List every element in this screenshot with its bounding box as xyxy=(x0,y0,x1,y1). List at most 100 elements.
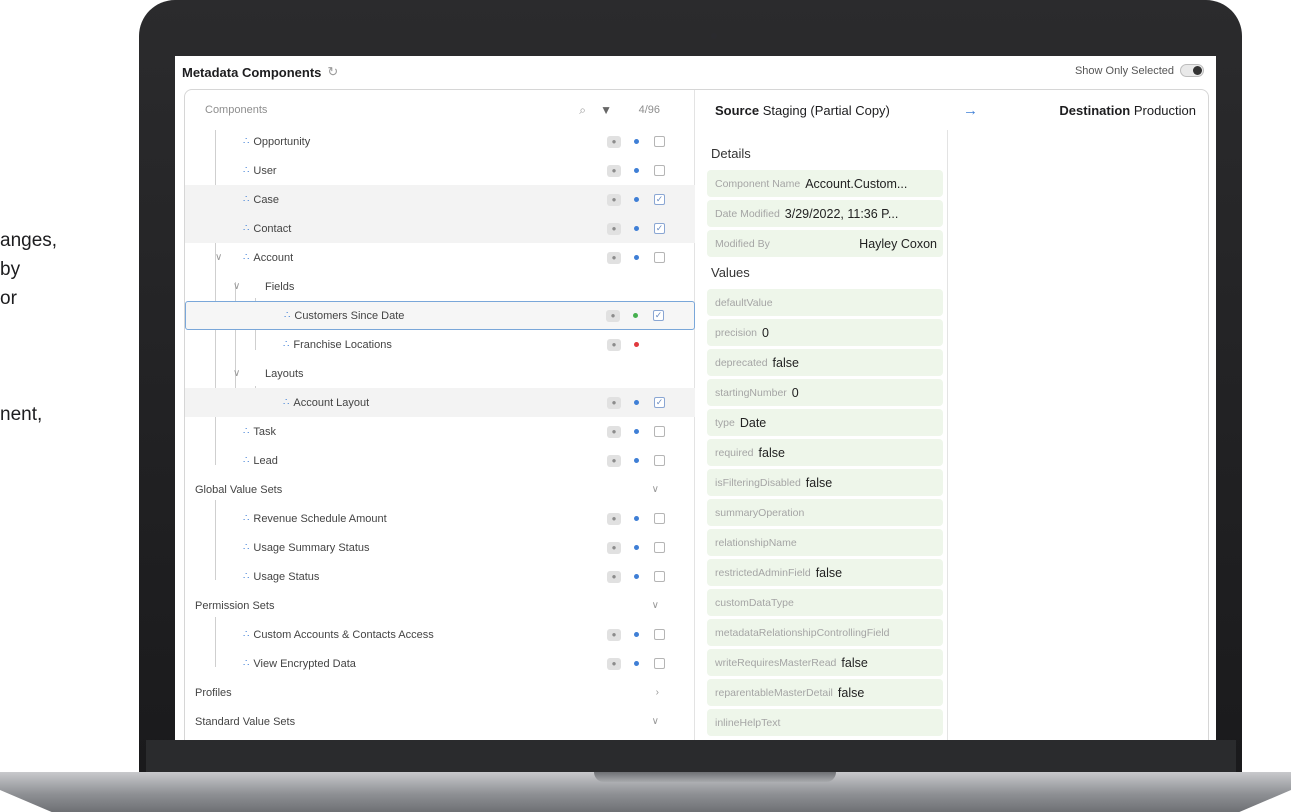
tree-row-fields[interactable]: ∨ Fields xyxy=(185,272,695,301)
show-only-selected-toggle[interactable] xyxy=(1180,64,1204,77)
component-icon: ∴ xyxy=(243,136,249,147)
user-icon: ● xyxy=(607,454,621,467)
user-icon: ● xyxy=(607,512,621,525)
show-only-selected: Show Only Selected xyxy=(1075,64,1204,77)
chevron-down-icon[interactable]: ∨ xyxy=(652,600,659,611)
source-org[interactable]: Source Staging (Partial Copy) xyxy=(715,103,890,118)
select-checkbox[interactable] xyxy=(654,542,665,553)
tree-row-user[interactable]: ∴ User ● xyxy=(185,156,695,185)
tree-row-label: Account xyxy=(253,251,294,264)
status-dot xyxy=(634,458,639,463)
value-field: metadataRelationshipControllingField xyxy=(707,619,943,646)
chevron-down-icon[interactable]: ∨ xyxy=(233,281,240,292)
chevron-down-icon[interactable]: ∨ xyxy=(652,484,659,495)
value-field: relationshipName xyxy=(707,529,943,556)
select-checkbox[interactable] xyxy=(654,629,665,640)
tree-section-label: Standard Value Sets xyxy=(195,715,296,728)
tree-row-account[interactable]: ∨ ∴ Account ● xyxy=(185,243,695,272)
chevron-down-icon[interactable]: ∨ xyxy=(215,252,222,263)
component-icon: ∴ xyxy=(243,455,249,466)
details-heading: Details xyxy=(711,146,751,161)
status-dot xyxy=(634,400,639,405)
value-field: deprecated false xyxy=(707,349,943,376)
user-icon: ● xyxy=(606,309,620,322)
tree-row-revenue-schedule-amount[interactable]: ∴ Revenue Schedule Amount ● xyxy=(185,504,695,533)
tree-row-task[interactable]: ∴ Task ● xyxy=(185,417,695,446)
laptop-notch xyxy=(594,772,836,782)
search-icon[interactable]: ⌕ xyxy=(579,103,586,118)
select-checkbox[interactable] xyxy=(654,455,665,466)
select-checkbox[interactable]: ✓ xyxy=(654,397,665,408)
tree-section-label: Global Value Sets xyxy=(195,483,283,496)
detail-field: Date Modified 3/29/2022, 11:36 P... xyxy=(707,200,943,227)
components-panel: Components ⌕ ▼ 4/96 ∴ Opportunity ● ∴ User xyxy=(184,89,1209,740)
chevron-down-icon[interactable]: ∨ xyxy=(652,716,659,727)
destination-org[interactable]: Destination Production xyxy=(1059,103,1196,118)
user-icon: ● xyxy=(607,628,621,641)
component-icon: ∴ xyxy=(243,571,249,582)
app-screen: Metadata Components ↻ Show Only Selected… xyxy=(175,56,1216,740)
show-only-selected-label: Show Only Selected xyxy=(1074,64,1174,77)
detail-field: Modified By Hayley Coxon xyxy=(707,230,943,257)
tree-row-view-encrypted-data[interactable]: ∴ View Encrypted Data ● xyxy=(185,649,695,678)
select-checkbox[interactable] xyxy=(654,426,665,437)
filter-icon[interactable]: ▼ xyxy=(600,103,612,117)
value-field: startingNumber 0 xyxy=(707,379,943,406)
tree-row-label: Franchise Locations xyxy=(293,338,392,351)
tree-row-usage-summary-status[interactable]: ∴ Usage Summary Status ● xyxy=(185,533,695,562)
component-icon: ∴ xyxy=(283,339,289,350)
status-dot xyxy=(634,661,639,666)
chevron-right-icon[interactable]: › xyxy=(656,687,659,698)
value-field: customDataType xyxy=(707,589,943,616)
tree-row-account-layout[interactable]: ∴ Account Layout ● ✓ xyxy=(185,388,695,417)
select-checkbox[interactable] xyxy=(654,513,665,524)
tree-row-label: Customers Since Date xyxy=(294,309,405,322)
value-field: type Date xyxy=(707,409,943,436)
tree-section-standard-value-sets[interactable]: Standard Value Sets ∨ xyxy=(185,707,695,736)
user-icon: ● xyxy=(607,657,621,670)
detail-panel: Source Staging (Partial Copy) → Destinat… xyxy=(695,90,1208,740)
tree-row-layouts[interactable]: ∨ Layouts xyxy=(185,359,695,388)
value-field: restrictedAdminField false xyxy=(707,559,943,586)
tree-row-label: Revenue Schedule Amount xyxy=(253,512,387,525)
tree-row-contact[interactable]: ∴ Contact ● ✓ xyxy=(185,214,695,243)
tree-row-case[interactable]: ∴ Case ● ✓ xyxy=(185,185,695,214)
select-checkbox[interactable]: ✓ xyxy=(654,223,665,234)
component-icon: ∴ xyxy=(243,513,249,524)
tree-row-label: Custom Accounts & Contacts Access xyxy=(253,628,434,641)
tree-row-label: Task xyxy=(253,425,276,438)
tree-row-label: Contact xyxy=(253,222,292,235)
user-icon: ● xyxy=(607,570,621,583)
select-checkbox[interactable] xyxy=(654,571,665,582)
select-checkbox[interactable]: ✓ xyxy=(653,310,664,321)
tree-row-opportunity[interactable]: ∴ Opportunity ● xyxy=(185,127,695,156)
user-icon: ● xyxy=(607,164,621,177)
refresh-icon[interactable]: ↻ xyxy=(327,64,338,80)
user-icon: ● xyxy=(607,193,621,206)
tree-section-profiles[interactable]: Profiles › xyxy=(185,678,695,707)
select-checkbox[interactable] xyxy=(654,252,665,263)
component-icon: ∴ xyxy=(243,223,249,234)
status-dot xyxy=(634,516,639,521)
components-column-label: Components xyxy=(205,104,268,116)
status-dot xyxy=(634,342,639,347)
component-icon: ∴ xyxy=(243,426,249,437)
status-dot xyxy=(634,255,639,260)
status-dot xyxy=(634,139,639,144)
select-checkbox[interactable] xyxy=(654,658,665,669)
tree-row-lead[interactable]: ∴ Lead ● xyxy=(185,446,695,475)
select-checkbox[interactable] xyxy=(654,165,665,176)
chevron-down-icon[interactable]: ∨ xyxy=(233,368,240,379)
select-checkbox[interactable] xyxy=(654,136,665,147)
tree-row-franchise-locations[interactable]: ∴ Franchise Locations ● xyxy=(185,330,695,359)
tree-row-usage-status[interactable]: ∴ Usage Status ● xyxy=(185,562,695,591)
tree-row-label: Layouts xyxy=(265,367,304,380)
status-dot xyxy=(634,574,639,579)
tree-row-custom-accounts-contacts-access[interactable]: ∴ Custom Accounts & Contacts Access ● xyxy=(185,620,695,649)
tree-row-customers-since-date[interactable]: ∴ Customers Since Date ● ✓ xyxy=(185,301,695,330)
tree-section-global-value-sets[interactable]: Global Value Sets ∨ xyxy=(185,475,695,504)
tree-section-permission-sets[interactable]: Permission Sets ∨ xyxy=(185,591,695,620)
detail-field: Component Name Account.Custom... xyxy=(707,170,943,197)
select-checkbox[interactable]: ✓ xyxy=(654,194,665,205)
user-icon: ● xyxy=(607,135,621,148)
